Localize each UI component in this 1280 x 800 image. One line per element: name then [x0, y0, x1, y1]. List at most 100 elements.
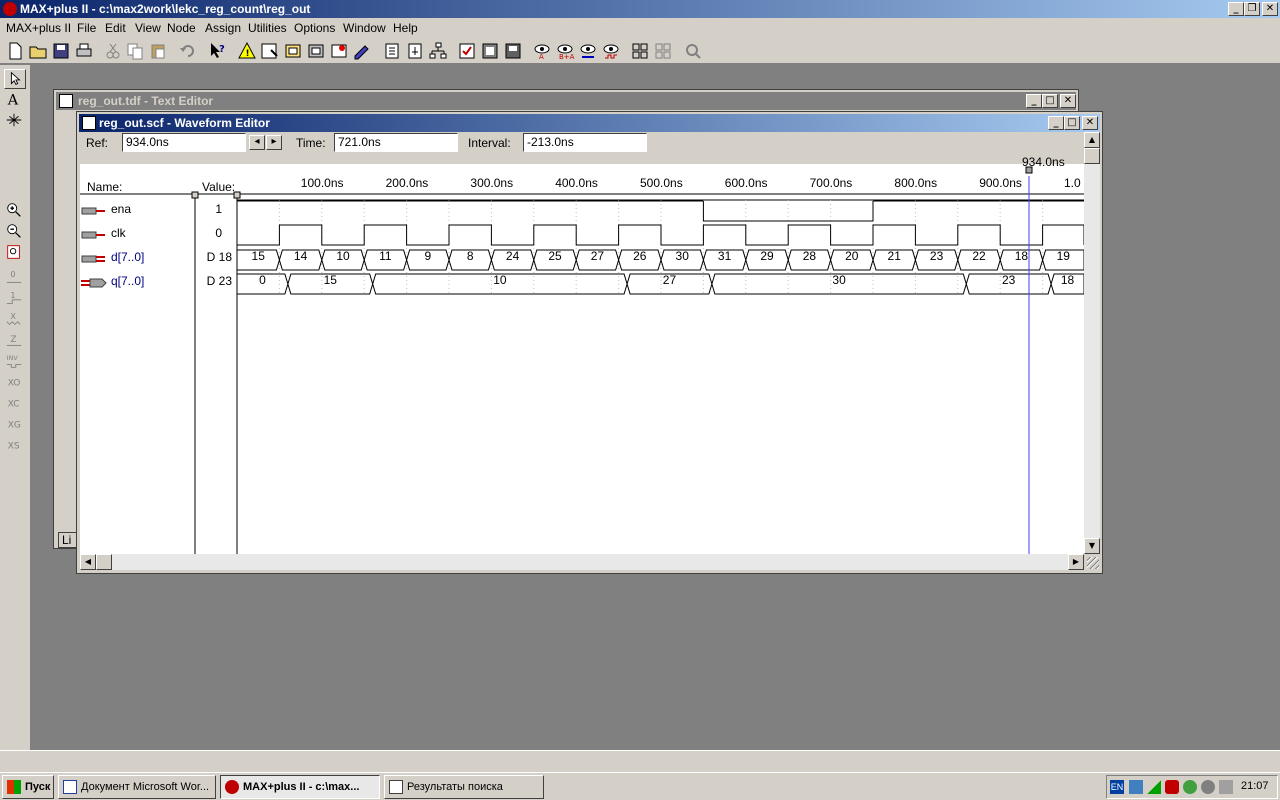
scroll-down-button[interactable]: ▼: [1084, 538, 1100, 554]
ref-next-button[interactable]: ▸: [266, 135, 282, 150]
fit-window-icon[interactable]: [4, 243, 26, 263]
overwrite-count-icon[interactable]: XC: [4, 394, 26, 414]
zoom-fit-icon[interactable]: [4, 111, 26, 131]
interval-field[interactable]: -213.0ns: [523, 133, 647, 152]
floorplan-icon[interactable]: [305, 40, 327, 62]
waveform-title-bar[interactable]: reg_out.scf - Waveform Editor _ □ ✕: [79, 114, 1100, 132]
signal-name-d[interactable]: d[7..0]: [111, 250, 144, 264]
close-button[interactable]: ✕: [1262, 2, 1278, 16]
undo-icon[interactable]: [177, 40, 199, 62]
report-icon[interactable]: [404, 40, 426, 62]
probe-node-icon[interactable]: [577, 40, 599, 62]
compile-icon[interactable]: [328, 40, 350, 62]
connection-icon[interactable]: [1183, 780, 1197, 794]
scroll-left-button[interactable]: ◀: [80, 554, 96, 570]
tree-icon[interactable]: [427, 40, 449, 62]
grid-disabled-icon[interactable]: [652, 40, 674, 62]
clock[interactable]: 21:07: [1241, 780, 1269, 792]
cut-icon[interactable]: [102, 40, 124, 62]
menu-view[interactable]: View: [135, 21, 161, 35]
menu-node[interactable]: Node: [167, 21, 196, 35]
warning-icon[interactable]: !: [236, 40, 258, 62]
overwrite-sequence-icon[interactable]: XS: [4, 436, 26, 456]
menu-options[interactable]: Options: [294, 21, 335, 35]
text-editor-close[interactable]: ✕: [1060, 94, 1076, 108]
start-button[interactable]: Пуск: [2, 775, 54, 799]
check-icon[interactable]: [456, 40, 478, 62]
signal-name-ena[interactable]: ena: [111, 202, 131, 216]
waveform-maximize[interactable]: □: [1064, 116, 1080, 130]
zoom-out-icon[interactable]: [4, 222, 26, 242]
probe-ba-icon[interactable]: B+A: [554, 40, 576, 62]
taskbar-item-search[interactable]: Результаты поиска: [384, 775, 544, 799]
paste-icon[interactable]: [147, 40, 169, 62]
device-icon[interactable]: [479, 40, 501, 62]
horizontal-scrollbar[interactable]: ◀ ▶: [80, 554, 1084, 570]
hierarchy-edit-icon[interactable]: [259, 40, 281, 62]
new-file-icon[interactable]: [4, 40, 26, 62]
update-icon[interactable]: [1201, 780, 1215, 794]
waveform-minimize[interactable]: _: [1048, 116, 1064, 130]
probe-wave-icon[interactable]: [600, 40, 622, 62]
high-z-icon[interactable]: Z: [4, 331, 26, 351]
text-editor-maximize[interactable]: □: [1042, 94, 1058, 108]
d-bus-segment-label: 30: [675, 249, 689, 263]
scroll-up-button[interactable]: ▲: [1084, 132, 1100, 148]
menu-window[interactable]: Window: [343, 21, 386, 35]
vertical-scrollbar[interactable]: ▲ ▼: [1084, 132, 1100, 554]
select-arrow-icon[interactable]: [4, 69, 26, 89]
menu-edit[interactable]: Edit: [105, 21, 126, 35]
antivirus-icon[interactable]: [1165, 780, 1179, 794]
taskbar-item-word[interactable]: Документ Microsoft Wor...: [58, 775, 216, 799]
program-icon[interactable]: [502, 40, 524, 62]
menu-file[interactable]: File: [77, 21, 96, 35]
resize-grip[interactable]: [1087, 557, 1099, 569]
ref-field[interactable]: 934.0ns: [122, 133, 246, 152]
q-bus-segment-label: 30: [832, 273, 846, 287]
waveform-area[interactable]: Name: Value: 934.0ns 100.0ns 200.0ns 300.0…: [80, 155, 1084, 554]
hierarchy-icon[interactable]: [381, 40, 403, 62]
force-high-icon[interactable]: 1: [4, 289, 26, 309]
language-indicator[interactable]: EN: [1110, 780, 1124, 794]
network-icon[interactable]: [1129, 780, 1143, 794]
d-bus-segment-label: 18: [1014, 249, 1029, 263]
overwrite-group-icon[interactable]: XG: [4, 415, 26, 435]
dont-care-icon[interactable]: X: [4, 310, 26, 330]
symbol-edit-icon[interactable]: [282, 40, 304, 62]
grid-icon[interactable]: [629, 40, 651, 62]
ref-prev-button[interactable]: ◂: [249, 135, 265, 150]
save-icon[interactable]: [50, 40, 72, 62]
overwrite-clock-icon[interactable]: XO: [4, 373, 26, 393]
text-editor-title-bar[interactable]: reg_out.tdf - Text Editor _ □ ✕: [56, 92, 1076, 110]
help-pointer-icon[interactable]: ?: [206, 40, 228, 62]
minimize-button[interactable]: _: [1228, 2, 1244, 16]
invert-icon[interactable]: INV: [4, 352, 26, 372]
find-icon[interactable]: [682, 40, 704, 62]
taskbar-item-maxplus[interactable]: MAX+plus II - c:\max...: [220, 775, 380, 799]
signal-name-q[interactable]: q[7..0]: [111, 274, 144, 288]
menu-maxplus[interactable]: MAX+plus II: [6, 21, 71, 35]
open-folder-icon[interactable]: [27, 40, 49, 62]
probe-a-icon[interactable]: A: [531, 40, 553, 62]
signal-name-clk[interactable]: clk: [111, 226, 126, 240]
waveform-close[interactable]: ✕: [1082, 116, 1098, 130]
signal-strength-icon[interactable]: [1147, 780, 1161, 794]
vertical-scroll-thumb[interactable]: [1084, 148, 1100, 164]
menu-help[interactable]: Help: [393, 21, 418, 35]
menu-utilities[interactable]: Utilities: [248, 21, 287, 35]
waveform-editor-window[interactable]: reg_out.scf - Waveform Editor _ □ ✕ Ref:…: [76, 111, 1103, 574]
menu-assign[interactable]: Assign: [205, 21, 241, 35]
force-low-icon[interactable]: 0: [4, 268, 26, 288]
simulate-icon[interactable]: [351, 40, 373, 62]
text-editor-minimize[interactable]: _: [1026, 94, 1042, 108]
restore-button[interactable]: ❐: [1244, 2, 1260, 16]
zoom-in-icon[interactable]: [4, 201, 26, 221]
text-tool-icon[interactable]: A: [4, 90, 26, 110]
app-title: MAX+plus II - c:\max2work\lekc_reg_count…: [20, 2, 311, 16]
copy-icon[interactable]: [124, 40, 146, 62]
scroll-right-button[interactable]: ▶: [1068, 554, 1084, 570]
time-field[interactable]: 721.0ns: [334, 133, 458, 152]
volume-icon[interactable]: [1219, 780, 1233, 794]
horizontal-scroll-thumb[interactable]: [96, 554, 112, 570]
print-icon[interactable]: [73, 40, 95, 62]
